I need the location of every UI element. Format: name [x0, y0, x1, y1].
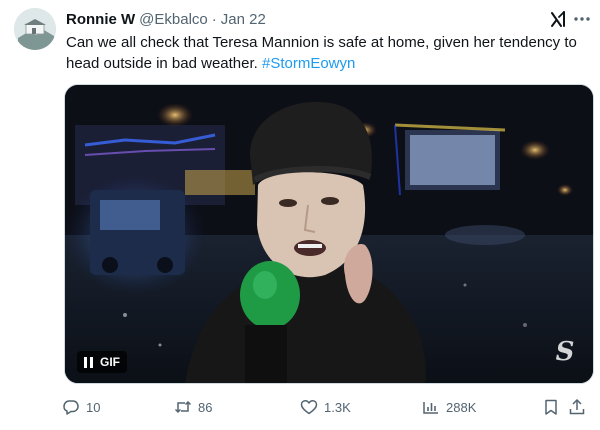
tweet-actions: 10 86 1.3K 288K — [62, 396, 598, 418]
gif-frame — [65, 85, 593, 383]
avatar[interactable] — [14, 8, 56, 50]
separator-dot: · — [211, 10, 217, 28]
views-count: 288K — [446, 399, 477, 415]
tweet-text: Can we all check that Teresa Mannion is … — [66, 32, 591, 74]
views-button[interactable]: 288K — [422, 396, 476, 418]
views-icon — [423, 402, 438, 414]
gif-media[interactable]: GIF S — [64, 84, 594, 384]
reply-count: 10 — [86, 399, 101, 415]
hashtag-link[interactable]: #StormEowyn — [262, 55, 355, 72]
tweet[interactable]: Ronnie W @Ekbalco · Jan 22 Can we all ch… — [0, 0, 600, 430]
retweet-button[interactable]: 86 — [174, 396, 212, 418]
author-name[interactable]: Ronnie W — [66, 11, 135, 28]
gif-label: GIF — [100, 355, 120, 369]
reply-button[interactable]: 10 — [62, 396, 100, 418]
author-handle[interactable]: @Ekbalco — [139, 11, 208, 28]
more-icon[interactable] — [572, 9, 592, 29]
like-icon — [300, 399, 318, 415]
bookmark-button[interactable] — [542, 396, 560, 418]
gif-badge[interactable]: GIF — [77, 351, 127, 373]
share-icon — [569, 398, 585, 415]
bookmark-icon — [545, 399, 557, 415]
retweet-icon — [174, 400, 192, 414]
retweet-count: 86 — [198, 399, 213, 415]
tweet-header: Ronnie W @Ekbalco · Jan 22 — [66, 10, 266, 28]
avatar-image — [14, 8, 56, 50]
pause-icon — [84, 356, 93, 368]
like-count: 1.3K — [324, 399, 351, 415]
grok-icon[interactable] — [548, 9, 568, 29]
watermark-logo: S — [555, 337, 575, 367]
tweet-date[interactable]: Jan 22 — [221, 11, 266, 28]
like-button[interactable]: 1.3K — [300, 396, 351, 418]
reply-icon — [63, 400, 79, 415]
share-button[interactable] — [568, 396, 586, 418]
